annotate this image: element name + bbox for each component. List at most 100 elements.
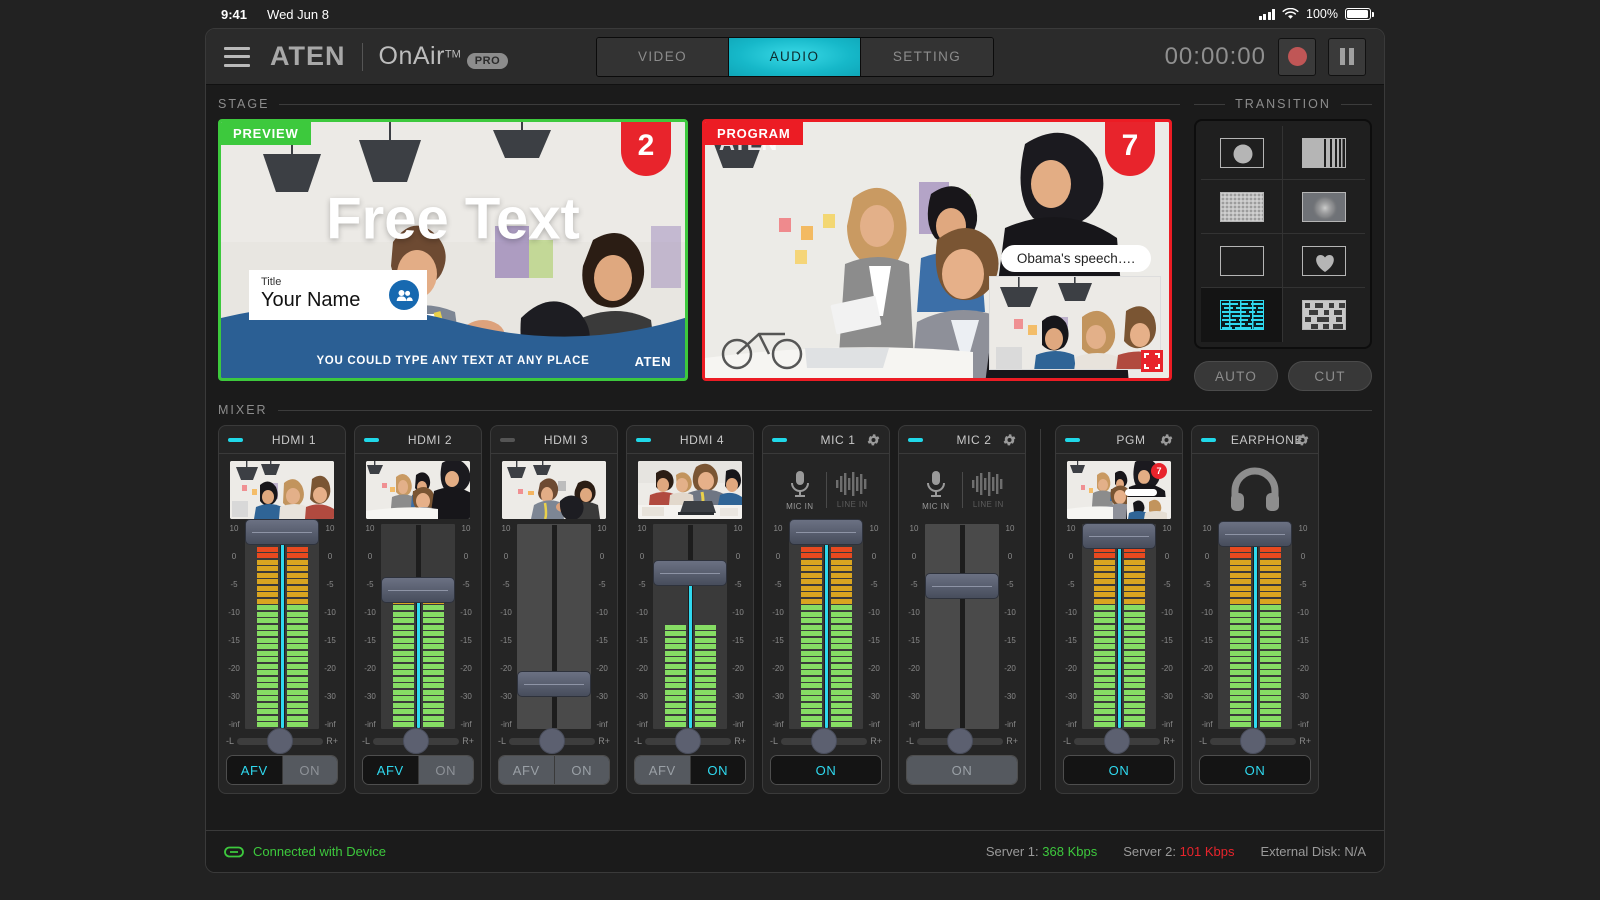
fader-track[interactable] — [415, 525, 421, 728]
transition-plain-fade[interactable] — [1201, 234, 1283, 288]
pan-control[interactable]: -L R+ — [906, 728, 1018, 754]
pan-track[interactable] — [1074, 728, 1161, 754]
channel-fader-handle[interactable] — [381, 576, 455, 603]
gear-icon[interactable] — [1159, 432, 1174, 447]
pan-track[interactable] — [237, 728, 324, 754]
program-pip[interactable] — [989, 276, 1161, 370]
mixer-channel-hdmi-2[interactable]: HDMI 2 10 0 -5 -10 -15 -20 -30 -inf 10 0 -5 -10 -15 -2… — [354, 425, 482, 794]
mic-in-option[interactable]: MIC IN — [774, 469, 826, 511]
channel-on-button[interactable]: ON — [553, 756, 609, 784]
channel-fader-handle[interactable] — [789, 519, 863, 546]
channel-on-button[interactable]: ON — [417, 756, 473, 784]
mixer-channel-hdmi-4[interactable]: HDMI 4 10 0 -5 -10 -15 -20 -30 -inf 10 0 -5 -10 -15 -2… — [626, 425, 754, 794]
channel-on-button[interactable]: ON — [1064, 756, 1174, 784]
pan-track[interactable] — [373, 728, 460, 754]
channel-afv-button[interactable]: AFV — [635, 756, 690, 784]
pan-knob[interactable] — [267, 728, 294, 754]
fullscreen-icon[interactable] — [1141, 350, 1163, 372]
pan-control[interactable]: -L R+ — [362, 728, 474, 754]
pan-control[interactable]: -L R+ — [226, 728, 338, 754]
fader-track[interactable] — [959, 525, 965, 728]
transition-bars-wipe[interactable] — [1283, 126, 1365, 180]
transition-dots-dissolve[interactable] — [1201, 180, 1283, 234]
tab-audio[interactable]: AUDIO — [729, 37, 861, 76]
pan-track[interactable] — [1210, 728, 1297, 754]
pan-knob[interactable] — [811, 728, 838, 754]
channel-on-button[interactable]: ON — [771, 756, 881, 784]
pan-knob[interactable] — [403, 728, 430, 754]
channel-on-button[interactable]: ON — [1200, 756, 1310, 784]
program-monitor[interactable]: ATEN PROGRAM 7 Obama's speech…. — [702, 119, 1172, 381]
pan-knob[interactable] — [947, 728, 974, 754]
fader-meter-area[interactable]: 10 0 -5 -10 -15 -20 -30 -inf 10 0 -5 -10 -15 -20 -30 -i… — [495, 524, 613, 729]
channel-afv-button[interactable]: AFV — [363, 756, 418, 784]
pan-knob[interactable] — [539, 728, 566, 754]
transition-mosaic-b[interactable] — [1283, 288, 1365, 342]
gear-icon[interactable] — [1002, 432, 1017, 447]
channel-thumbnail[interactable] — [366, 461, 470, 519]
fader-meter-area[interactable]: 10 0 -5 -10 -15 -20 -30 -inf 10 0 -5 -10 -15 -20 -30 -i… — [767, 519, 885, 729]
line-in-option[interactable]: LINE IN — [963, 471, 1015, 509]
transition-heart-wipe[interactable] — [1283, 234, 1365, 288]
auto-button[interactable]: AUTO — [1194, 361, 1278, 391]
mixer-channel-mic-2[interactable]: MIC 2 MIC IN LINE IN 10 0 -5 -10 -15 -20 -30 -inf 1… — [898, 425, 1026, 794]
fader-meter-area[interactable]: 10 0 -5 -10 -15 -20 -30 -inf 10 0 -5 -10 -15 -20 -30 -i… — [1196, 521, 1314, 729]
mixer-channel-hdmi-1[interactable]: HDMI 1 10 0 -5 -10 -15 -20 -30 -inf 10 0 -5 -10 -15 -2… — [218, 425, 346, 794]
fader-meter-area[interactable]: 10 0 -5 -10 -15 -20 -30 -inf 10 0 -5 -10 -15 -20 -30 -i… — [903, 524, 1021, 729]
pan-knob[interactable] — [675, 728, 702, 754]
pan-control[interactable]: -L R+ — [770, 728, 882, 754]
cut-button[interactable]: CUT — [1288, 361, 1372, 391]
pan-control[interactable]: -L R+ — [498, 728, 610, 754]
pan-track[interactable] — [917, 728, 1004, 754]
mic-in-option[interactable]: MIC IN — [910, 469, 962, 511]
transition-circle-wipe[interactable] — [1201, 126, 1283, 180]
channel-thumbnail[interactable] — [230, 461, 334, 519]
channel-on-button[interactable]: ON — [689, 756, 745, 784]
channel-thumbnail[interactable] — [502, 461, 606, 519]
channel-thumbnail[interactable]: 7 — [1067, 461, 1171, 519]
pan-control[interactable]: -L R+ — [634, 728, 746, 754]
mixer-channel-pgm[interactable]: PGM 7 10 0 -5 -10 -15 -20 -30 -inf 10 0 -5 -10 -15 -20-… — [1055, 425, 1183, 794]
gear-icon[interactable] — [1295, 432, 1310, 447]
record-button[interactable] — [1278, 37, 1316, 76]
fader-track[interactable] — [823, 525, 829, 728]
pan-control[interactable]: -L R+ — [1063, 728, 1175, 754]
fader-meter-area[interactable]: 10 0 -5 -10 -15 -20 -30 -inf 10 0 -5 -10 -15 -20 -30 -i… — [1060, 523, 1178, 729]
transition-glitch-a[interactable] — [1201, 288, 1283, 342]
channel-afv-button[interactable]: AFV — [499, 756, 554, 784]
tab-video[interactable]: VIDEO — [597, 37, 729, 76]
fader-meter-area[interactable]: 10 0 -5 -10 -15 -20 -30 -inf 10 0 -5 -10 -15 -20 -30 -i… — [359, 524, 477, 729]
fader-track[interactable] — [1252, 525, 1258, 728]
pause-button[interactable] — [1328, 37, 1366, 76]
fader-meter-area[interactable]: 10 0 -5 -10 -15 -20 -30 -inf 10 0 -5 -10 -15 -20 -30 -i… — [223, 519, 341, 729]
channel-fader-handle[interactable] — [517, 670, 591, 697]
tab-setting[interactable]: SETTING — [861, 37, 993, 76]
pan-track[interactable] — [509, 728, 596, 754]
preview-lower-third[interactable]: Title Your Name — [249, 270, 427, 320]
channel-fader-handle[interactable] — [1082, 523, 1156, 550]
channel-on-button[interactable]: ON — [281, 756, 337, 784]
mixer-channel-mic-1[interactable]: MIC 1 MIC IN LINE IN 10 0 -5 -10 -15 -20 -30 -inf 1… — [762, 425, 890, 794]
menu-icon[interactable] — [224, 46, 250, 67]
pan-control[interactable]: -L R+ — [1199, 728, 1311, 754]
transition-soft-circle-blur[interactable] — [1283, 180, 1365, 234]
channel-afv-button[interactable]: AFV — [227, 756, 282, 784]
preview-monitor[interactable]: PREVIEW 2 Free Text Title Your Name YOU … — [218, 119, 688, 381]
pan-knob[interactable] — [1104, 728, 1131, 754]
channel-on-button[interactable]: ON — [907, 756, 1017, 784]
line-in-option[interactable]: LINE IN — [827, 471, 879, 509]
fader-track[interactable] — [687, 525, 693, 728]
channel-fader-handle[interactable] — [653, 560, 727, 587]
channel-thumbnail[interactable] — [638, 461, 742, 519]
fader-track[interactable] — [279, 525, 285, 728]
fader-track[interactable] — [1116, 525, 1122, 728]
mixer-channel-earphone[interactable]: EARPHONE 10 0 -5 -10 -15 -20 -30 -inf 10 0 -5 -10 -15… — [1191, 425, 1319, 794]
fader-track[interactable] — [551, 525, 557, 728]
fader-meter-area[interactable]: 10 0 -5 -10 -15 -20 -30 -inf 10 0 -5 -10 -15 -20 -30 -i… — [631, 524, 749, 729]
pan-track[interactable] — [645, 728, 732, 754]
mixer-channel-hdmi-3[interactable]: HDMI 3 10 0 -5 -10 -15 -20 -30 -inf 10 0 -5 -10 -15 -2… — [490, 425, 618, 794]
gear-icon[interactable] — [866, 432, 881, 447]
channel-fader-handle[interactable] — [1218, 521, 1292, 548]
channel-fader-handle[interactable] — [245, 519, 319, 546]
channel-fader-handle[interactable] — [925, 572, 999, 599]
